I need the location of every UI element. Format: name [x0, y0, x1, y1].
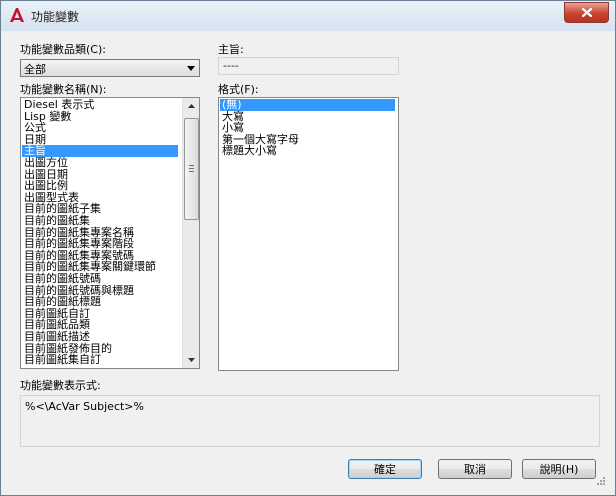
chevron-down-icon [187, 66, 195, 71]
format-item[interactable]: 標題大小寫 [220, 145, 395, 157]
close-icon [581, 8, 592, 17]
field-name-item[interactable]: 目前圖紙描述 [22, 331, 178, 343]
field-name-item[interactable]: 目前圖紙品類 [22, 319, 178, 331]
subject-label: 主旨: [218, 43, 244, 56]
field-expression-value: %<\AcVar Subject>% [25, 400, 144, 413]
grip-line [189, 171, 194, 172]
field-names-scrollbar[interactable] [182, 98, 199, 368]
ok-button[interactable]: 確定 [348, 459, 422, 479]
help-button[interactable]: 說明(H) [522, 459, 596, 479]
field-name-item[interactable]: 出圖方位 [22, 157, 178, 169]
format-item[interactable]: 小寫 [220, 122, 395, 134]
field-name-item[interactable]: 目前的圖紙集 [22, 215, 178, 227]
format-label: 格式(F): [218, 83, 259, 96]
autocad-logo-icon [10, 8, 24, 22]
field-name-item[interactable]: 目前的圖紙集專案階段 [22, 238, 178, 250]
field-name-item[interactable]: 出圖型式表 [22, 192, 178, 204]
grip-line [189, 168, 194, 169]
field-name-item[interactable]: 目前的圖紙集專案關鍵環節 [22, 261, 178, 273]
field-name-item[interactable]: 目前的圖紙子集 [22, 203, 178, 215]
field-dialog: 功能變數 功能變數品類(C): 全部 主旨: ---- 功能變數名稱(N): 目… [0, 0, 616, 496]
field-name-item[interactable]: 目前的圖紙集專案名稱 [22, 226, 178, 239]
field-name-item[interactable]: 目前圖紙自訂 [22, 308, 178, 320]
field-category-label: 功能變數品類(C): [20, 43, 106, 56]
field-name-item[interactable]: Lisp 變數 [22, 110, 178, 123]
title-bar[interactable]: 功能變數 [1, 1, 615, 31]
resize-grip-icon[interactable] [595, 475, 605, 485]
field-name-item[interactable]: 目前圖紙集自訂 [22, 354, 178, 366]
subject-value-field: ---- [218, 57, 399, 75]
field-name-item[interactable]: 目前圖紙發佈目的 [22, 342, 178, 355]
grip-line [189, 165, 194, 166]
field-name-item[interactable]: 目前的圖紙標題 [22, 296, 178, 308]
format-item[interactable]: 大寫 [220, 110, 395, 123]
field-category-value: 全部 [24, 63, 46, 76]
close-button[interactable] [564, 2, 609, 23]
field-name-item[interactable]: 日期 [22, 134, 178, 146]
field-name-item[interactable]: 目前的圖紙集專案號碼 [22, 250, 178, 262]
field-name-item[interactable]: 目前的圖紙號碼 [22, 273, 178, 285]
field-names-label: 功能變數名稱(N): [20, 83, 107, 96]
field-name-item[interactable]: 公式 [22, 122, 178, 134]
field-name-item[interactable]: 主旨 [22, 145, 178, 157]
format-item[interactable]: 第一個大寫字母 [220, 134, 395, 146]
format-list[interactable]: 標題大小寫 第一個大寫字母 小寫 大寫 (無) [218, 97, 399, 371]
scroll-down-button[interactable] [183, 352, 199, 368]
subject-value: ---- [223, 59, 239, 72]
field-name-item[interactable]: Diesel 表示式 [22, 99, 178, 111]
field-category-dropdown[interactable]: 全部 [20, 59, 200, 77]
scroll-up-button[interactable] [183, 98, 199, 114]
dialog-body: 功能變數品類(C): 全部 主旨: ---- 功能變數名稱(N): 目前圖紙集自… [9, 31, 607, 487]
arrow-up-icon [187, 104, 195, 108]
field-expression-box: %<\AcVar Subject>% [20, 395, 600, 447]
field-expression-label: 功能變數表示式: [20, 379, 101, 392]
cancel-button[interactable]: 取消 [438, 459, 512, 479]
scroll-thumb[interactable] [184, 118, 199, 220]
field-name-item[interactable]: 出圖日期 [22, 168, 178, 181]
field-name-item[interactable]: 出圖比例 [22, 180, 178, 192]
format-item[interactable]: (無) [220, 99, 395, 111]
arrow-down-icon [187, 358, 195, 362]
field-names-list[interactable]: 目前圖紙集自訂 目前圖紙發佈目的 目前圖紙描述 目前圖紙品類 目前圖紙自訂 目前的圖紙標題… [20, 97, 200, 369]
field-name-item[interactable]: 目前的圖紙號碼與標題 [22, 284, 178, 297]
window-title: 功能變數 [31, 10, 80, 24]
